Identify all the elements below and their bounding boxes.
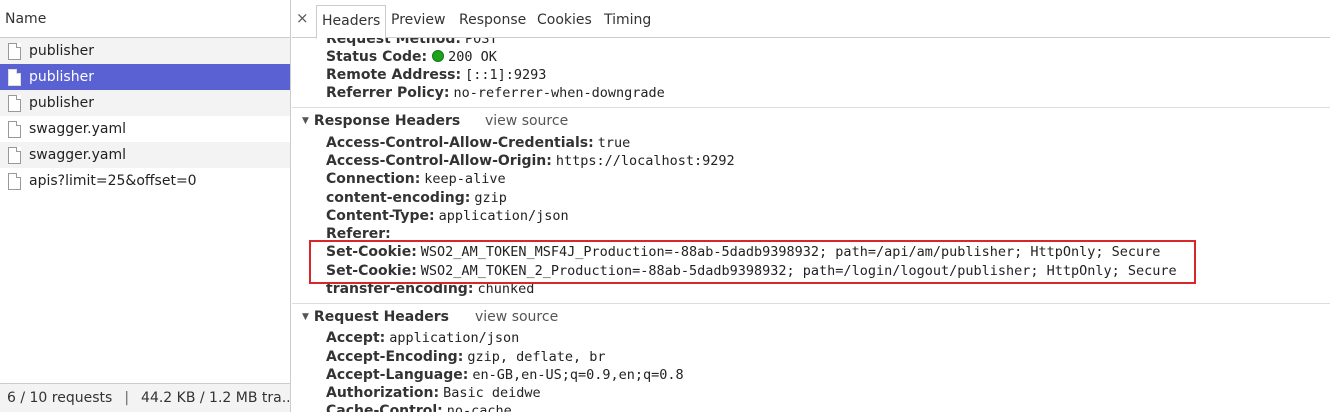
header-key: Remote Address:	[326, 67, 462, 83]
request-header-row: Accept-Language: en-GB,en-US;q=0.9,en;q=0…	[326, 367, 684, 383]
header-value: gzip, deflate, br	[467, 349, 606, 365]
tab-headers[interactable]: Headers	[316, 5, 387, 39]
response-header-row: content-encoding: gzip	[326, 190, 507, 206]
header-value: https://localhost:9292	[555, 153, 735, 169]
document-icon	[8, 94, 21, 112]
request-list: publisher publisher publisher swagger.ya…	[0, 38, 290, 194]
tab-cookies[interactable]: Cookies	[532, 5, 597, 38]
headers-content: Request Method: POST Status Code: 200 OK R…	[292, 38, 1330, 412]
header-key: Accept-Encoding:	[326, 349, 464, 365]
transferred-size: 44.2 KB / 1.2 MB tra...	[141, 390, 290, 406]
request-row-publisher-2[interactable]: publisher	[0, 64, 290, 90]
document-icon	[8, 68, 21, 86]
request-header-row: Cache-Control: no-cache	[326, 403, 512, 412]
header-key: Connection:	[326, 171, 421, 187]
header-value: [::1]:9293	[465, 67, 547, 83]
header-key: Access-Control-Allow-Credentials:	[326, 135, 594, 151]
close-icon[interactable]: ×	[296, 9, 309, 27]
document-icon	[8, 120, 21, 138]
document-icon	[8, 172, 21, 190]
request-headers-toggle[interactable]: ▼ Request Headers	[302, 309, 449, 325]
response-header-row: Access-Control-Allow-Origin: https://loca…	[326, 153, 735, 169]
header-value: Basic deidwe	[443, 385, 541, 401]
header-value: application/json	[389, 330, 520, 346]
response-header-row: Access-Control-Allow-Credentials: true	[326, 135, 630, 151]
response-view-source-link[interactable]: view source	[485, 113, 568, 129]
header-value: gzip	[474, 190, 507, 206]
header-key: Content-Type:	[326, 208, 435, 224]
document-icon	[8, 42, 21, 60]
response-header-row: Connection: keep-alive	[326, 171, 506, 187]
section-divider	[292, 107, 1330, 108]
request-name: publisher	[29, 69, 94, 85]
name-column-label: Name	[5, 11, 47, 27]
header-value: 200 OK	[448, 49, 497, 65]
request-row-apis[interactable]: apis?limit=25&offset=0	[0, 168, 290, 194]
header-value: en-GB,en-US;q=0.9,en;q=0.8	[472, 367, 684, 383]
network-summary-footer: 6 / 10 requests | 44.2 KB / 1.2 MB tra..…	[0, 383, 290, 412]
request-details-panel: × Headers Preview Response Cookies Timin…	[292, 0, 1330, 412]
header-value: true	[597, 135, 631, 151]
general-status-code: Status Code: 200 OK	[326, 49, 497, 65]
section-divider	[292, 303, 1330, 304]
request-name: publisher	[29, 43, 94, 59]
section-title: Request Headers	[313, 309, 449, 325]
request-row-swagger-1[interactable]: swagger.yaml	[0, 116, 290, 142]
triangle-down-icon: ▼	[302, 312, 309, 322]
header-key: Request Method:	[326, 38, 461, 47]
header-key: content-encoding:	[326, 190, 471, 206]
header-key: Authorization:	[326, 385, 440, 401]
document-icon	[8, 146, 21, 164]
header-key: Cache-Control:	[326, 403, 443, 412]
footer-separator: |	[124, 390, 130, 406]
header-value: keep-alive	[424, 171, 506, 187]
header-value: no-cache	[446, 403, 512, 412]
details-tab-bar: × Headers Preview Response Cookies Timin…	[292, 0, 1330, 39]
general-referrer-policy: Referrer Policy: no-referrer-when-downgra…	[326, 85, 665, 101]
request-header-row: Accept: application/json	[326, 330, 519, 346]
request-name: swagger.yaml	[29, 147, 127, 163]
triangle-down-icon: ▼	[302, 116, 309, 126]
request-header-row: Accept-Encoding: gzip, deflate, br	[326, 349, 605, 365]
request-name: apis?limit=25&offset=0	[29, 173, 197, 189]
tab-timing[interactable]: Timing	[599, 5, 656, 38]
request-name: publisher	[29, 95, 94, 111]
status-ok-icon	[432, 50, 445, 62]
set-cookie-highlight	[309, 240, 1196, 284]
request-row-publisher-3[interactable]: publisher	[0, 90, 290, 116]
request-view-source-link[interactable]: view source	[475, 309, 558, 325]
header-key: Referrer Policy:	[326, 85, 450, 101]
request-header-row: Authorization: Basic deidwe	[326, 385, 541, 401]
name-column-header[interactable]: Name	[0, 0, 290, 38]
header-key: Access-Control-Allow-Origin:	[326, 153, 552, 169]
response-header-row: Content-Type: application/json	[326, 208, 569, 224]
header-key: Accept-Language:	[326, 367, 469, 383]
tab-response[interactable]: Response	[454, 5, 531, 38]
general-remote-address: Remote Address: [::1]:9293	[326, 67, 546, 83]
tab-preview[interactable]: Preview	[386, 5, 451, 38]
general-request-method: Request Method: POST	[326, 38, 498, 47]
header-key: Accept:	[326, 330, 386, 346]
response-headers-toggle[interactable]: ▼ Response Headers	[302, 113, 460, 129]
network-request-list-panel: Name publisher publisher publisher swagg…	[0, 0, 291, 412]
header-value: no-referrer-when-downgrade	[453, 85, 665, 101]
request-count: 6 / 10 requests	[7, 390, 113, 406]
request-row-swagger-2[interactable]: swagger.yaml	[0, 142, 290, 168]
section-title: Response Headers	[313, 113, 461, 129]
request-name: swagger.yaml	[29, 121, 127, 137]
request-row-publisher-1[interactable]: publisher	[0, 38, 290, 64]
header-value: POST	[464, 38, 498, 47]
header-key: Status Code:	[326, 49, 428, 65]
header-value: application/json	[438, 208, 569, 224]
